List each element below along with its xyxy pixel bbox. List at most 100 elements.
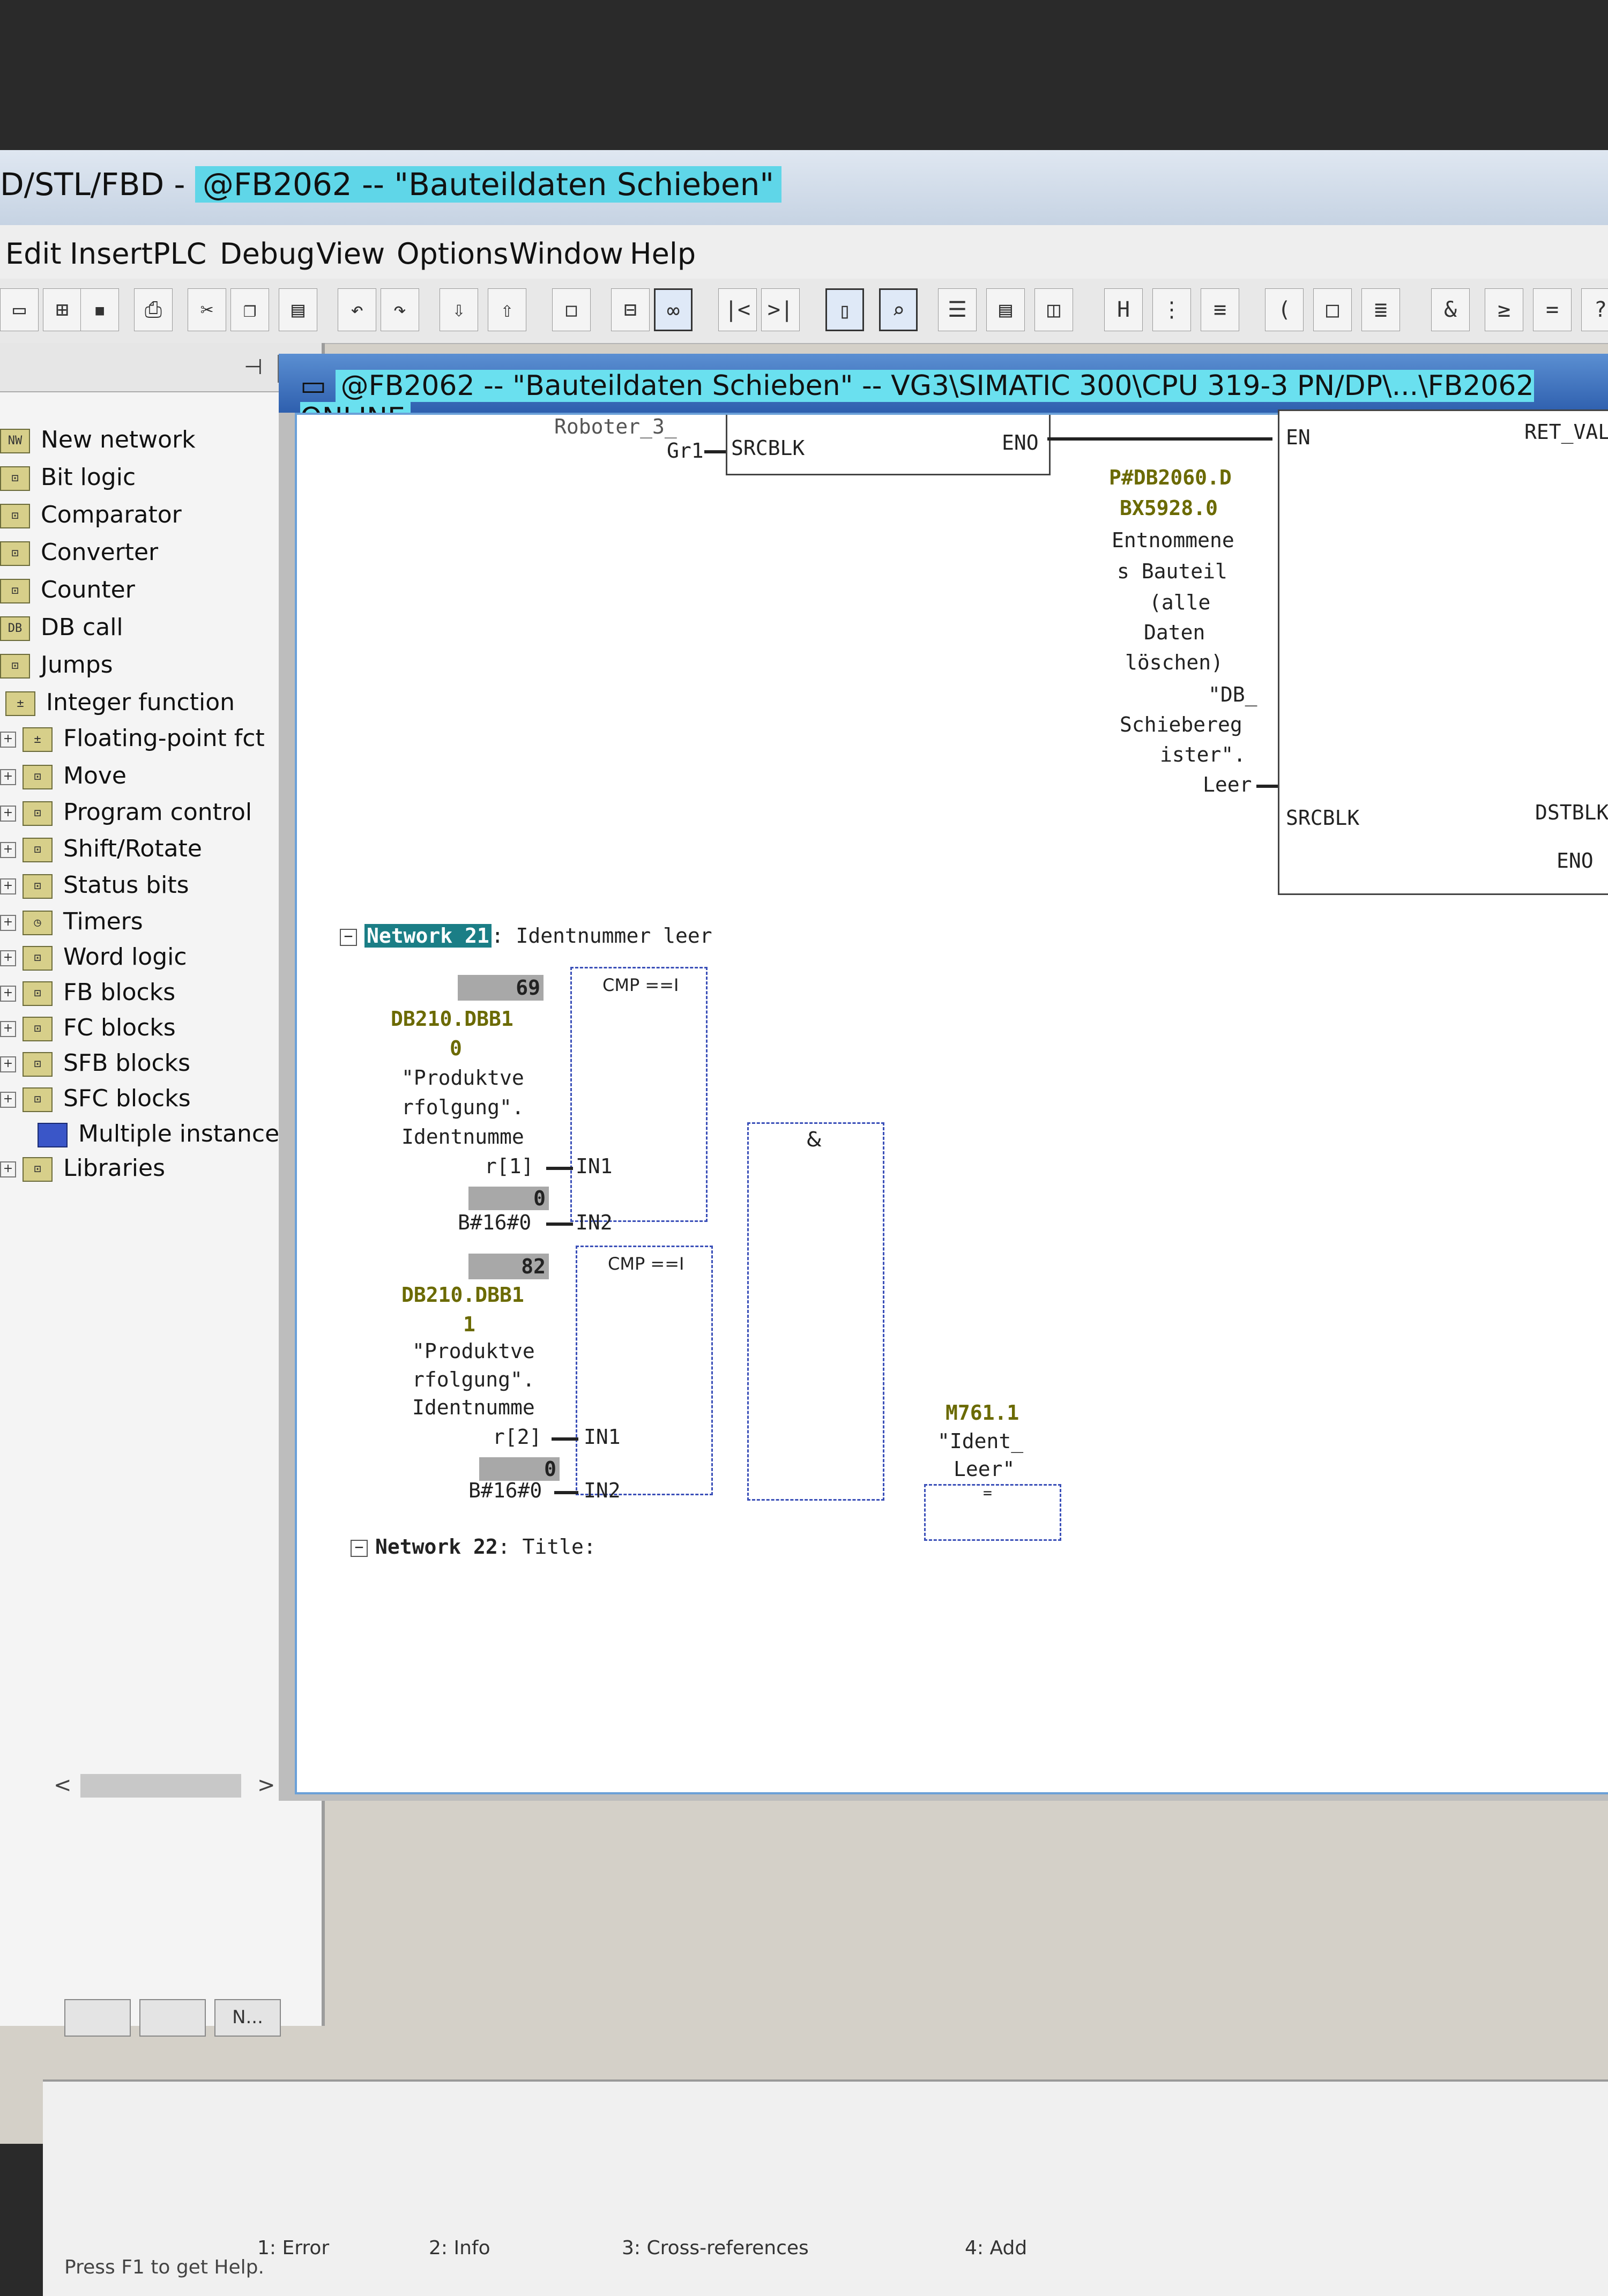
print-icon[interactable]: ⎙ [134,288,173,331]
expand-icon[interactable]: + [0,986,16,1002]
catalog-item-sfb-blocks[interactable]: + ⊡ SFB blocks [0,1049,190,1082]
new-icon[interactable]: ▭ [0,288,39,331]
expand-icon[interactable]: + [0,1092,16,1108]
and-box[interactable] [747,1122,884,1501]
catalog-item-status-bits[interactable]: + ⊡ Status bits [0,871,189,904]
tab-n[interactable]: N... [214,1999,281,2037]
catalog-item-comparator[interactable]: ⊡ Comparator [0,501,182,533]
expand-icon[interactable]: + [0,842,16,858]
tab-add[interactable]: 4: Add [965,2237,1027,2259]
scroll-thumb[interactable] [80,1774,241,1798]
and-box-icon[interactable]: & [1431,288,1470,331]
menu-help[interactable]: Help [630,237,696,271]
network-22-header[interactable]: − Network 22: Title: [351,1535,596,1559]
expand-icon[interactable]: + [0,769,16,785]
fbd-icon[interactable]: ◫ [1034,288,1073,331]
glasses-icon[interactable]: ∞ [654,288,693,331]
horizontal-scrollbar[interactable]: < > [48,1769,289,1801]
collapse-icon[interactable]: − [340,928,357,946]
catalog-item-db-call[interactable]: DB DB call [0,614,123,646]
menu-insert[interactable]: Insert [70,237,153,271]
ladder-icon[interactable]: ☰ [938,288,977,331]
menu-edit[interactable]: Edit [5,237,62,271]
box-icon[interactable]: □ [1313,288,1352,331]
menu-options[interactable]: Options [397,237,508,271]
contact-icon[interactable]: H [1104,288,1143,331]
expand-icon[interactable]: + [0,950,16,966]
unknown-icon[interactable]: ≣ [1361,288,1400,331]
scroll-left-icon[interactable]: < [54,1773,72,1798]
redo-icon[interactable]: ↷ [381,288,419,331]
counter-icon: ⊡ [0,579,30,603]
overview-icon[interactable]: ▯ [825,288,864,331]
copy-icon[interactable]: ❐ [230,288,269,331]
fbd-canvas[interactable]: Roboter_3_ Gr1 SRCBLK ENO EN RET_VAL SRC… [295,409,1608,1794]
save-icon[interactable]: ▪ [80,288,119,331]
catalog-item-counter[interactable]: ⊡ Counter [0,576,135,608]
zoom-icon[interactable]: ⌕ [879,288,918,331]
wire [552,1437,578,1441]
toolbar: ▭ ⊞ ▪ ⎙ ✂ ❐ ▤ ↶ ↷ ⇩ ⇧ ◻ ⊟ ∞ |< >| ▯ ⌕ ☰ … [0,279,1608,344]
cmp2-box[interactable] [576,1246,713,1495]
catalog-item-new-network[interactable]: NW New network [0,426,196,458]
pin-icon[interactable]: ⊣ [244,355,263,379]
collapse-icon[interactable]: − [351,1539,368,1557]
expand-icon[interactable]: + [0,806,16,822]
tab-list[interactable] [139,1999,206,2037]
cmp1-box[interactable] [570,967,708,1222]
coil-icon[interactable]: ( [1265,288,1304,331]
menu-debug[interactable]: Debug [220,237,315,271]
catalog-item-integer-function[interactable]: ± Integer function [5,689,235,721]
expand-icon[interactable]: + [0,732,16,748]
cut-icon[interactable]: ✂ [188,288,226,331]
download-icon[interactable]: ⇩ [440,288,478,331]
bits-icon[interactable]: ≡ [1201,288,1239,331]
tab-info[interactable]: 2: Info [429,2237,490,2259]
scroll-right-icon[interactable]: > [257,1773,276,1798]
menu-window[interactable]: Window [509,237,623,271]
catalog-item-move[interactable]: + ⊡ Move [0,762,126,794]
bit-logic-icon: ⊡ [0,466,30,491]
catalog-item-timers[interactable]: + ◷ Timers [0,908,143,940]
help-icon[interactable]: ? [1581,288,1608,331]
catalog-item-multiple-instance[interactable]: Multiple instance [38,1120,279,1152]
catalog-item-shift-rotate[interactable]: + ⊡ Shift/Rotate [0,835,202,867]
expand-icon[interactable]: + [0,915,16,931]
catalog-item-sfc-blocks[interactable]: + ⊡ SFC blocks [0,1085,191,1117]
tab-error[interactable]: 1: Error [257,2237,329,2259]
catalog-item-jumps[interactable]: ⊡ Jumps [0,651,113,683]
catalog-item-word-logic[interactable]: + ⊡ Word logic [0,943,187,975]
menu-plc[interactable]: PLC [153,237,206,271]
network-21-header[interactable]: − Network 21: Identnummer leer [340,924,712,948]
expand-icon[interactable]: + [0,1056,16,1072]
catalog-item-fc-blocks[interactable]: + ⊡ FC blocks [0,1014,176,1046]
sfc-blocks-icon: ⊡ [23,1087,53,1112]
catalog-item-fb-blocks[interactable]: + ⊡ FB blocks [0,979,175,1011]
tab-catalog[interactable] [64,1999,131,2037]
branch-icon[interactable]: ⋮ [1152,288,1191,331]
catalog-item-libraries[interactable]: + ⊡ Libraries [0,1154,165,1187]
open-icon[interactable]: ⊞ [43,288,81,331]
tab-cross-references[interactable]: 3: Cross-references [622,2237,809,2259]
catalog-item-floating-point[interactable]: + ± Floating-point fct [0,725,265,757]
catalog-item-program-control[interactable]: + ⊡ Program control [0,799,252,831]
coil-box[interactable] [924,1484,1061,1541]
next-icon[interactable]: >| [761,288,800,331]
paste-icon[interactable]: ▤ [279,288,317,331]
or-box-icon[interactable]: ≥ [1485,288,1523,331]
param-comment-2: s Bauteil [1117,560,1227,583]
expand-icon[interactable]: + [0,878,16,894]
expand-icon[interactable]: + [0,1161,16,1177]
stl-icon[interactable]: ▤ [986,288,1025,331]
catalog-item-bit-logic[interactable]: ⊡ Bit logic [0,464,136,496]
monitor-icon[interactable]: ◻ [552,288,591,331]
undo-icon[interactable]: ↶ [338,288,376,331]
network-icon[interactable]: ⊟ [611,288,650,331]
assign-box-icon[interactable]: = [1533,288,1572,331]
prev-icon[interactable]: |< [718,288,757,331]
label-cut: Roboter_3_ [554,415,677,438]
catalog-item-converter[interactable]: ⊡ Converter [0,539,158,571]
expand-icon[interactable]: + [0,1021,16,1037]
upload-icon[interactable]: ⇧ [488,288,526,331]
menu-view[interactable]: View [316,237,385,271]
